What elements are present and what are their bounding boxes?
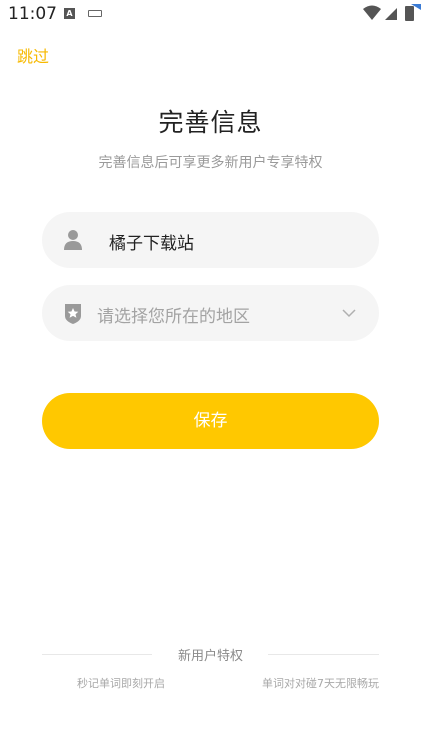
perk-item: 秒记单词即刻开启 <box>77 677 165 690</box>
status-right-icons <box>363 4 421 21</box>
shield-star-icon <box>65 304 81 324</box>
status-time: 11:07 <box>8 4 57 24</box>
nickname-field[interactable]: 橘子下载站 <box>42 212 379 268</box>
page-title: 完善信息 <box>158 108 263 137</box>
nickname-value: 橘子下载站 <box>109 234 194 254</box>
a-icon: A <box>64 8 75 19</box>
battery-icon <box>405 6 414 21</box>
footer-divider-right <box>268 654 379 655</box>
status-bar: 11:07 A <box>0 0 421 30</box>
keyboard-icon <box>88 10 102 17</box>
chevron-down-icon <box>342 309 356 318</box>
region-placeholder: 请选择您所在的地区 <box>97 307 250 327</box>
wifi-icon <box>363 5 381 20</box>
page-subtitle: 完善信息后可享更多新用户专享特权 <box>98 155 323 171</box>
user-icon <box>64 230 82 250</box>
save-button[interactable]: 保存 <box>42 393 379 449</box>
signal-icon <box>385 8 397 20</box>
skip-button[interactable]: 跳过 <box>17 43 49 67</box>
region-select[interactable]: 请选择您所在的地区 <box>42 285 379 341</box>
perk-item: 单词对对碰7天无限畅玩 <box>262 677 379 690</box>
